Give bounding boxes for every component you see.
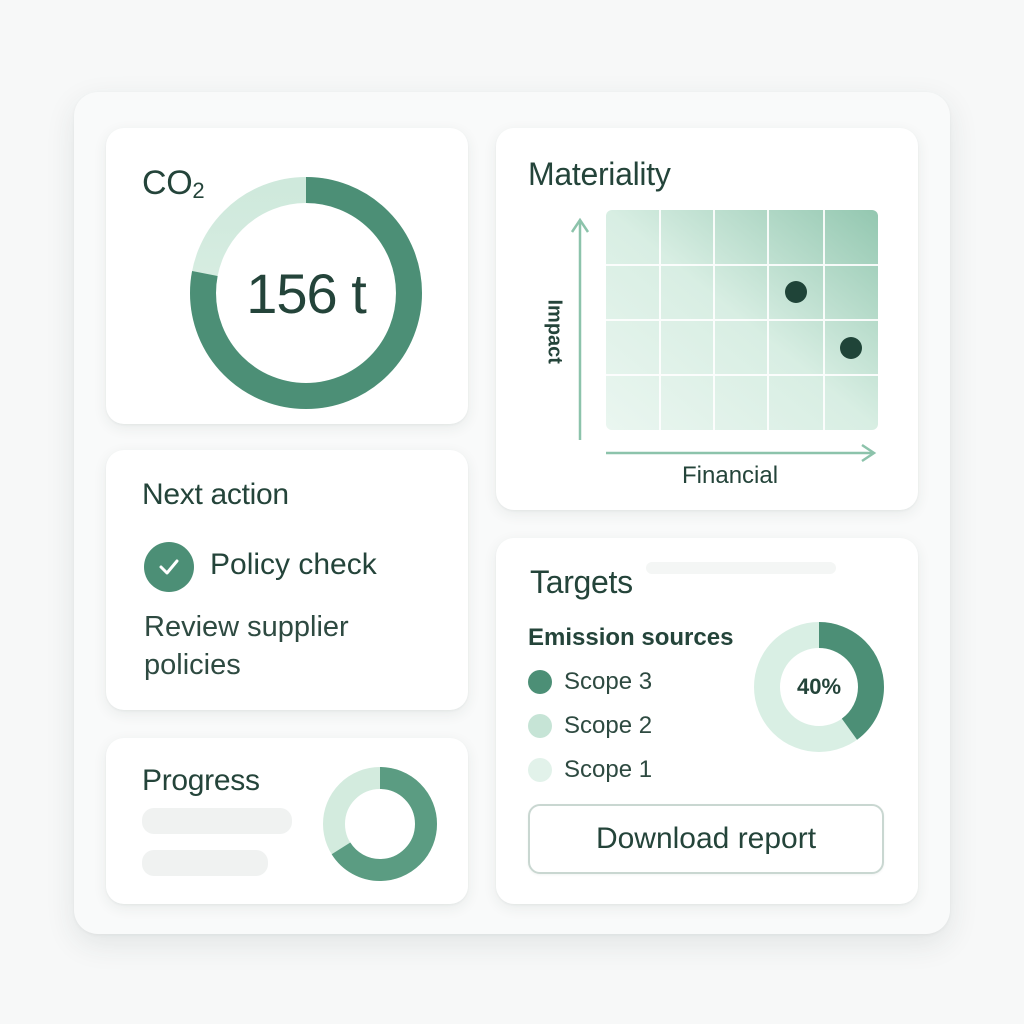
next-action-title: Next action	[142, 478, 289, 511]
legend-item: Scope 2	[528, 712, 652, 740]
materiality-card: Materiality Impact Financial	[496, 128, 918, 510]
co2-value: 156 t	[246, 261, 367, 325]
next-action-card: Next action Policy check Review supplier…	[106, 450, 468, 710]
legend-dot	[528, 714, 552, 738]
matrix-point	[840, 337, 862, 359]
legend-label: Scope 3	[564, 668, 653, 695]
targets-title: Targets	[530, 564, 633, 600]
legend-dot	[528, 758, 552, 782]
matrix-point	[785, 281, 807, 303]
x-axis-label: Financial	[682, 462, 779, 489]
skeleton-line	[142, 808, 292, 834]
targets-card: Targets Emission sources Scope 3 Scope 2…	[496, 538, 918, 904]
materiality-matrix	[570, 210, 878, 463]
materiality-title: Materiality	[528, 156, 671, 192]
legend-label: Scope 1	[564, 756, 653, 783]
legend-label: Scope 2	[564, 712, 653, 739]
legend-dot	[528, 670, 552, 694]
donut-percent: 40%	[796, 674, 842, 699]
download-report-button[interactable]: Download report	[528, 804, 884, 874]
policy-check-label: Policy check	[210, 548, 377, 581]
progress-title: Progress	[142, 764, 260, 797]
progress-card: Progress	[106, 738, 468, 904]
y-axis-label: Impact	[543, 299, 566, 364]
check-icon[interactable]	[144, 542, 194, 592]
co2-card: CO2 156 t	[106, 128, 468, 424]
skeleton-line	[646, 562, 836, 574]
skeleton-line	[142, 850, 268, 876]
emission-sources-title: Emission sources	[528, 624, 734, 651]
legend-item: Scope 3	[528, 668, 652, 696]
legend-item: Scope 1	[528, 756, 652, 784]
progress-ring	[323, 767, 437, 881]
next-action-description: Review supplier policies	[144, 611, 349, 681]
